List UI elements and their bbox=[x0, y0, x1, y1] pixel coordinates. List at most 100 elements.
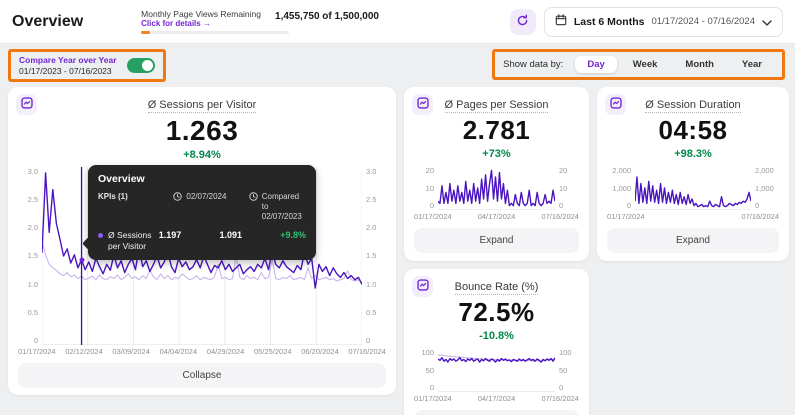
x-axis-labels: 01/17/2024 02/12/2024 03/09/2024 04/04/2024… bbox=[18, 347, 386, 356]
granularity-year-button[interactable]: Year bbox=[730, 56, 774, 73]
tick-label: 100 bbox=[559, 348, 572, 357]
y-axis-left: 3.0 2.5 2.0 1.5 1.0 0.5 0 bbox=[18, 167, 42, 345]
kpi-widget-icon bbox=[609, 97, 622, 112]
granularity-day-button[interactable]: Day bbox=[575, 56, 617, 73]
tick-label: 04/04/2024 bbox=[159, 347, 198, 356]
tick-label: 2.5 bbox=[27, 195, 38, 205]
calendar-icon bbox=[555, 13, 567, 31]
y-axis-left: 20 10 0 bbox=[414, 166, 438, 210]
tick-label: 0.5 bbox=[366, 307, 377, 317]
quota-progress-fill bbox=[141, 31, 151, 34]
x-axis-labels: 01/17/2024 04/17/2024 07/16/2024 bbox=[414, 212, 579, 221]
refresh-icon bbox=[516, 14, 529, 30]
tick-label: 0 bbox=[559, 201, 564, 210]
y-axis-right: 2,000 1,000 0 bbox=[751, 166, 779, 210]
tick-label: 10 bbox=[425, 183, 434, 193]
duration-chart: 2,000 1,000 0 2,000 1,000 0 bbox=[607, 166, 779, 210]
show-data-by-label: Show data by: bbox=[503, 59, 564, 70]
kpi-change: +98.3% bbox=[674, 148, 712, 160]
kpi-value: 72.5% bbox=[458, 297, 535, 327]
tick-label: 04/17/2024 bbox=[477, 394, 516, 403]
dashboard-grid: Ø Sessions per Visitor 1.263 +8.94% 3.0 2… bbox=[0, 84, 795, 415]
granularity-week-button[interactable]: Week bbox=[621, 56, 670, 73]
series-color-dot bbox=[98, 233, 103, 238]
show-data-by-group: Show data by: Day Week Month Year bbox=[495, 52, 782, 77]
compare-label: Compare Year over Year bbox=[19, 55, 117, 65]
granularity-month-button[interactable]: Month bbox=[673, 56, 726, 73]
small-cards-grid: Ø Pages per Session 2.781 +73% 20 10 0 20 1… bbox=[404, 87, 789, 415]
clock-icon bbox=[249, 192, 258, 203]
widget-icon-button[interactable] bbox=[412, 276, 433, 297]
expand-button[interactable]: Expand bbox=[607, 228, 779, 253]
widget-icon-button[interactable] bbox=[412, 94, 433, 115]
tick-label: 0 bbox=[429, 201, 434, 210]
app-header: Overview Monthly Page Views Remaining Cl… bbox=[0, 0, 795, 44]
hover-point-dot bbox=[79, 257, 85, 263]
kpi-change: -10.8% bbox=[479, 330, 514, 342]
compare-annotation-box: Compare Year over Year 01/17/2023 - 07/1… bbox=[8, 49, 166, 82]
tooltip-metric-name: Ø Sessions per Visitor bbox=[108, 230, 152, 252]
tick-label: 50 bbox=[425, 365, 434, 375]
chart-plot-area[interactable] bbox=[438, 348, 555, 392]
compare-toggle[interactable] bbox=[126, 58, 155, 73]
quota-details-link[interactable]: Click for details → bbox=[141, 19, 261, 28]
tick-label: 01/17/2024 bbox=[414, 212, 452, 221]
bounce-chart: 100 50 0 100 50 0 bbox=[414, 348, 579, 392]
chart-tooltip: Overview KPIs (1) 02/07/2024 Compared to… bbox=[88, 165, 316, 261]
tick-label: 07/16/2024 bbox=[541, 212, 579, 221]
card-title[interactable]: Ø Session Duration bbox=[645, 99, 741, 113]
widget-icon-button[interactable] bbox=[605, 94, 626, 115]
x-axis-labels: 01/17/2024 04/17/2024 07/16/2024 bbox=[414, 394, 579, 403]
clock-icon bbox=[173, 192, 183, 203]
tick-label: 05/25/2024 bbox=[254, 347, 292, 356]
kpi-value: 1.263 bbox=[165, 115, 239, 146]
page-title: Overview bbox=[12, 12, 84, 30]
tooltip-current-value: 1.197 bbox=[158, 230, 182, 240]
card-title[interactable]: Ø Sessions per Visitor bbox=[147, 99, 257, 113]
chart-plot-area[interactable] bbox=[438, 166, 555, 210]
kpi-value: 2.781 bbox=[462, 115, 531, 145]
tick-label: 07/16/2024 bbox=[741, 212, 779, 221]
kpi-value: 04:58 bbox=[658, 115, 728, 145]
period-label: Last 6 Months bbox=[573, 15, 645, 28]
tick-label: 2,000 bbox=[612, 166, 631, 175]
tick-label: 1,000 bbox=[755, 183, 774, 193]
tick-label: 0.5 bbox=[27, 307, 38, 317]
tick-label: 2.5 bbox=[366, 195, 377, 205]
collapse-button[interactable]: Collapse bbox=[18, 363, 386, 388]
kpi-widget-icon bbox=[20, 97, 33, 112]
tick-label: 1.5 bbox=[27, 251, 38, 261]
card-title[interactable]: Ø Pages per Session bbox=[444, 99, 549, 113]
widget-icon-button[interactable] bbox=[16, 94, 37, 115]
tooltip-change: +9.8% bbox=[280, 230, 306, 240]
pages-chart: 20 10 0 20 10 0 bbox=[414, 166, 579, 210]
tooltip-title: Overview bbox=[98, 173, 145, 185]
refresh-button[interactable] bbox=[509, 8, 536, 35]
tick-label: 0 bbox=[33, 335, 38, 345]
tick-label: 01/17/2024 bbox=[607, 212, 645, 221]
y-axis-right: 3.0 2.5 2.0 1.5 1.0 0.5 0 bbox=[362, 167, 386, 345]
expand-button[interactable]: Expand bbox=[414, 410, 579, 415]
tooltip-compared-date: 02/07/2023 bbox=[261, 212, 302, 221]
kpi-change: +8.94% bbox=[183, 149, 221, 161]
filters-toolbar: Compare Year over Year 01/17/2023 - 07/1… bbox=[0, 44, 795, 84]
toggle-knob bbox=[141, 60, 153, 71]
card-bounce-rate: Bounce Rate (%) 72.5% -10.8% 100 50 0 100 5… bbox=[404, 269, 589, 415]
kpi-change: +73% bbox=[482, 148, 511, 160]
tick-label: 04/29/2024 bbox=[206, 347, 245, 356]
expand-button[interactable]: Expand bbox=[414, 228, 579, 253]
tooltip-kpis-label: KPIs (1) bbox=[98, 192, 128, 201]
page-views-quota: Monthly Page Views Remaining Click for d… bbox=[141, 9, 379, 34]
card-title[interactable]: Bounce Rate (%) bbox=[454, 281, 539, 295]
chart-plot-area[interactable] bbox=[635, 166, 751, 210]
tooltip-compared-label: Compared to bbox=[261, 192, 300, 211]
date-range-picker[interactable]: Last 6 Months 01/17/2024 - 07/16/2024 bbox=[543, 6, 783, 37]
x-axis-labels: 01/17/2024 07/16/2024 bbox=[607, 212, 779, 221]
line-chart-svg bbox=[438, 166, 555, 210]
tick-label: 3.0 bbox=[27, 167, 38, 176]
tick-label: 1.0 bbox=[27, 279, 38, 289]
tick-label: 01/17/2024 bbox=[414, 394, 452, 403]
card-session-duration: Ø Session Duration 04:58 +98.3% 2,000 1,0… bbox=[597, 87, 789, 261]
tick-label: 1,000 bbox=[612, 183, 631, 193]
tick-label: 0 bbox=[366, 335, 371, 345]
